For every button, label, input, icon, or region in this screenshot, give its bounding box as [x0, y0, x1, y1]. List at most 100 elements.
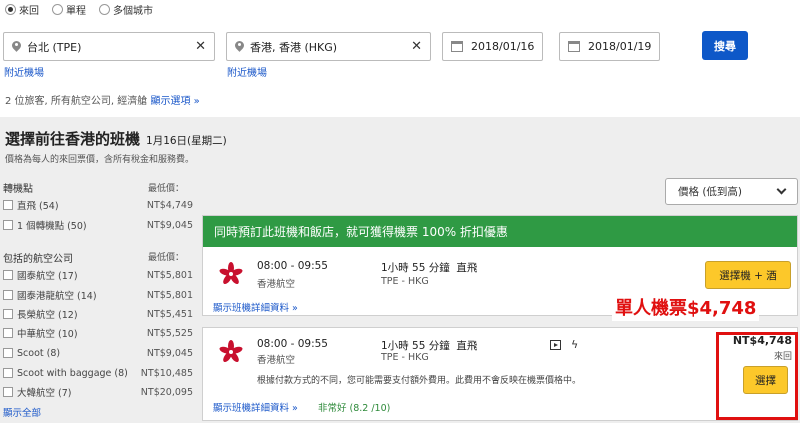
radio-multicity[interactable]: 多個城市 [99, 2, 153, 17]
filter-price: NT$5,525 [146, 327, 193, 339]
sort-value: 價格 (低到高) [678, 186, 743, 198]
sort-select[interactable]: 價格 (低到高) [665, 178, 798, 205]
results-title: 選擇前往香港的班機 [5, 130, 141, 148]
return-date-input[interactable]: 2018/01/19 [559, 32, 660, 61]
details-label: 顯示班機詳細資料 [213, 403, 290, 414]
flight-card: 08:00 - 09:55 香港航空 1小時 55 分鐘 直飛 TPE - HK… [202, 327, 798, 421]
radio-checked-icon [5, 4, 16, 15]
show-options-link[interactable]: 顯示選項 » [150, 96, 199, 107]
hong-kong-airlines-logo-icon [219, 262, 243, 285]
location-pin-icon [12, 41, 21, 53]
chevron-down-icon: » [193, 96, 200, 107]
filter-price: NT$5,801 [146, 269, 193, 281]
calendar-icon [451, 41, 463, 52]
origin-value: 台北 (TPE) [27, 40, 82, 54]
clear-destination-icon[interactable]: ✕ [411, 39, 422, 54]
clear-origin-icon[interactable]: ✕ [195, 39, 206, 54]
stops-filter-heading: 轉機點 [3, 184, 33, 195]
entertainment-icon [550, 340, 561, 350]
filter-airline[interactable]: 國泰港龍航空 (14) NT$5,801 [3, 288, 193, 302]
duration-text: 1小時 55 分鐘 [381, 340, 450, 352]
checkbox-icon [3, 387, 13, 397]
lowest-price-label: 最低價： [148, 184, 185, 194]
checkbox-icon [3, 200, 13, 210]
payment-fee-note: 根據付款方式的不同，您可能需要支付額外費用。此費用不會反映在機票價格中。 [257, 376, 582, 386]
filter-airline[interactable]: Scoot with baggage (8) NT$10,485 [3, 366, 193, 380]
radio-label: 來回 [19, 6, 39, 17]
checkbox-icon [3, 328, 13, 338]
checkbox-icon [3, 220, 13, 230]
airlines-filter-heading: 包括的航空公司 [3, 254, 73, 265]
pax-summary-text: 2 位旅客, 所有航空公司, 經濟艙 [5, 96, 148, 107]
filter-price: NT$5,451 [146, 308, 193, 320]
checkbox-icon [3, 309, 13, 319]
search-button[interactable]: 搜尋 [702, 31, 748, 60]
flight-time: 08:00 - 09:55 [257, 338, 328, 350]
flight-rating: 非常好 (8.2 /10) [318, 403, 391, 414]
filter-price: NT$5,801 [146, 289, 193, 301]
filter-airline[interactable]: 長榮航空 (12) NT$5,451 [3, 307, 193, 321]
flight-duration: 1小時 55 分鐘 直飛 [381, 338, 477, 353]
flight-details-link[interactable]: 顯示班機詳細資料 » [213, 400, 298, 414]
filter-price: NT$9,045 [146, 347, 193, 359]
price-annotation: 單人機票$4,748 [612, 297, 760, 321]
flight-route: TPE - HKG [381, 352, 429, 363]
flight-route: TPE - HKG [381, 276, 429, 287]
stops-text: 直飛 [456, 340, 478, 352]
destination-nearby-link[interactable]: 附近機場 [227, 64, 267, 79]
stops-text: 直飛 [456, 262, 478, 274]
origin-input[interactable]: 台北 (TPE) ✕ [3, 32, 215, 61]
flight-airline: 香港航空 [257, 279, 296, 290]
radio-label: 單程 [66, 6, 86, 17]
radio-oneway[interactable]: 單程 [52, 2, 86, 17]
flight-time: 08:00 - 09:55 [257, 260, 328, 272]
filter-airline[interactable]: 中華航空 (10) NT$5,525 [3, 326, 193, 340]
filter-stops-one[interactable]: 1 個轉機點 (50) NT$9,045 [3, 218, 193, 232]
passenger-summary: 2 位旅客, 所有航空公司, 經濟艙 顯示選項 » [5, 92, 200, 107]
search-panel: 來回 單程 多個城市 台北 (TPE) ✕ 附近機場 香港, 香港 (HKG) … [0, 0, 800, 117]
chevron-down-icon: » [292, 403, 298, 414]
chevron-down-icon: » [292, 303, 298, 314]
radio-unchecked-icon [52, 4, 63, 15]
duration-text: 1小時 55 分鐘 [381, 262, 450, 274]
price-note: 價格為每人的來回票價，含所有稅金和服務費。 [5, 155, 195, 165]
filter-price: NT$4,749 [146, 199, 193, 211]
radio-unchecked-icon [99, 4, 110, 15]
calendar-icon [568, 41, 580, 52]
depart-date-input[interactable]: 2018/01/16 [442, 32, 543, 61]
flight-details-link[interactable]: 顯示班機詳細資料 » [213, 300, 298, 314]
flight-duration: 1小時 55 分鐘 直飛 [381, 260, 477, 275]
page-title: 選擇前往香港的班機 1月16日(星期二) [5, 128, 227, 149]
filter-airline[interactable]: Scoot (8) NT$9,045 [3, 346, 193, 360]
show-options-label: 顯示選項 [150, 96, 191, 107]
filter-price: NT$20,095 [140, 386, 193, 398]
destination-value: 香港, 香港 (HKG) [250, 40, 338, 54]
flight-airline: 香港航空 [257, 355, 296, 366]
chevron-down-icon [776, 184, 787, 195]
return-date-value: 2018/01/19 [588, 40, 652, 53]
select-flight-hotel-button[interactable]: 選擇機 + 酒 [705, 261, 791, 289]
destination-input[interactable]: 香港, 香港 (HKG) ✕ [226, 32, 431, 61]
filter-price: NT$10,485 [140, 367, 193, 379]
origin-nearby-link[interactable]: 附近機場 [4, 64, 44, 79]
show-all-airlines-link[interactable]: 顯示全部 [3, 405, 41, 419]
filter-airline[interactable]: 國泰航空 (17) NT$5,801 [3, 268, 193, 282]
filter-airline[interactable]: 大韓航空 (7) NT$20,095 [3, 385, 193, 399]
checkbox-icon [3, 290, 13, 300]
results-date: 1月16日(星期二) [146, 135, 227, 147]
package-promo-banner: 同時預訂此班機和飯店，就可獲得機票 100% 折扣優惠 [203, 216, 797, 247]
radio-roundtrip[interactable]: 來回 [5, 2, 39, 17]
filter-stops-direct[interactable]: 直飛 (54) NT$4,749 [3, 198, 193, 212]
depart-date-value: 2018/01/16 [471, 40, 535, 53]
details-label: 顯示班機詳細資料 [213, 303, 290, 314]
location-pin-icon [235, 41, 244, 53]
checkbox-icon [3, 348, 13, 358]
power-outlet-icon: ϟ [571, 338, 579, 351]
radio-label: 多個城市 [113, 6, 153, 17]
hong-kong-airlines-logo-icon [219, 340, 243, 363]
highlight-box [716, 332, 798, 420]
checkbox-icon [3, 368, 13, 378]
lowest-price-label: 最低價： [148, 253, 185, 263]
filter-price: NT$9,045 [146, 219, 193, 231]
checkbox-icon [3, 270, 13, 280]
